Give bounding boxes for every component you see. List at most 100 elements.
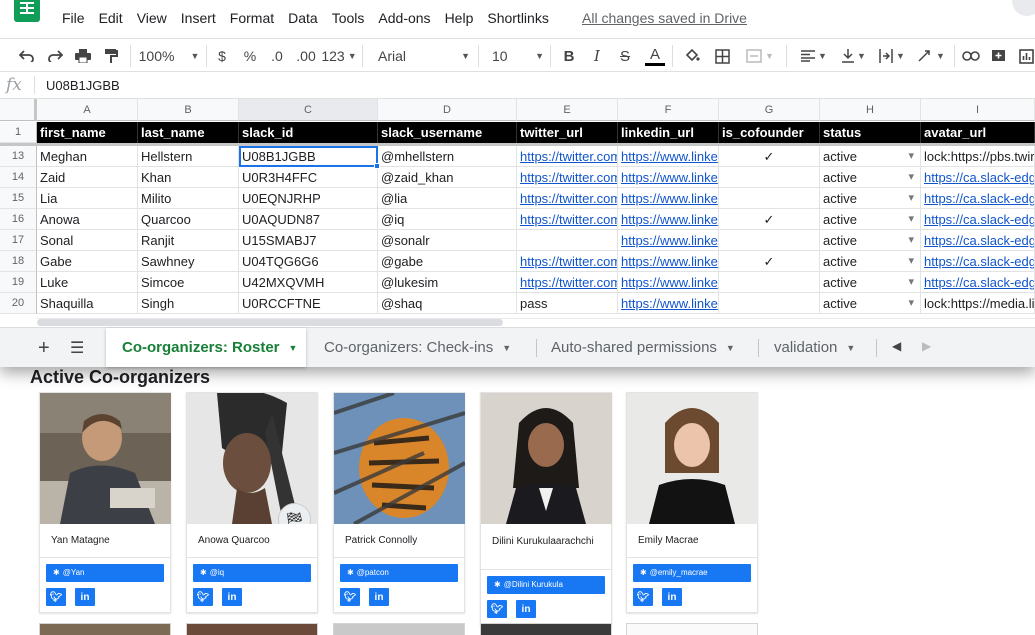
menu-file[interactable]: File <box>62 10 85 26</box>
cell-last-name[interactable]: Quarcoo <box>138 209 239 230</box>
cell-linkedin-url[interactable]: https://www.linke <box>618 251 719 272</box>
cell-avatar-url[interactable]: lock:https://media.li <box>921 293 1035 314</box>
font-family-select[interactable]: Arial ▼ <box>378 45 470 67</box>
header-cell-last-name[interactable]: last_name <box>138 122 239 143</box>
cell-avatar-url[interactable]: https://ca.slack-edg <box>921 188 1035 209</box>
text-wrap-icon[interactable]: ▼ <box>876 45 908 67</box>
insert-comment-icon[interactable] <box>988 45 1008 67</box>
cell-avatar-url[interactable]: https://ca.slack-edg <box>921 209 1035 230</box>
column-header-d[interactable]: D <box>378 99 517 121</box>
header-cell-slack-username[interactable]: slack_username <box>378 122 517 143</box>
tab-co-organizers-check-ins[interactable]: Co-organizers: Check-ins ▼ <box>324 328 511 367</box>
column-header-a[interactable]: A <box>37 99 138 121</box>
save-status-link[interactable]: All changes saved in Drive <box>582 10 747 26</box>
row-header-20[interactable]: 20 <box>0 293 37 314</box>
undo-icon[interactable] <box>16 45 38 67</box>
header-cell-twitter-url[interactable]: twitter_url <box>517 122 618 143</box>
cell-first-name[interactable]: Gabe <box>37 251 138 272</box>
cell-is-cofounder[interactable]: ✓ <box>719 146 820 167</box>
cell-last-name[interactable]: Singh <box>138 293 239 314</box>
borders-icon[interactable] <box>712 45 732 67</box>
row-header-13[interactable]: 13 <box>0 146 37 167</box>
column-header-g[interactable]: G <box>719 99 820 121</box>
cell-is-cofounder[interactable] <box>719 272 820 293</box>
italic-button[interactable]: I <box>588 45 606 67</box>
cell-slack-id[interactable]: U15SMABJ7 <box>239 230 378 251</box>
header-cell-avatar-url[interactable]: avatar_url <box>921 122 1035 143</box>
formula-input[interactable]: U08B1JGBB <box>46 78 120 93</box>
cell-first-name[interactable]: Anowa <box>37 209 138 230</box>
column-header-h[interactable]: H <box>820 99 921 121</box>
fill-color-icon[interactable] <box>682 45 702 67</box>
cell-slack-id[interactable]: U04TQG6G6 <box>239 251 378 272</box>
increase-decimal-button[interactable]: .00 <box>294 45 318 67</box>
linkedin-icon[interactable]: in <box>662 588 682 606</box>
account-avatar[interactable] <box>1012 0 1035 16</box>
cell-slack-username[interactable]: @zaid_khan <box>378 167 517 188</box>
cell-status[interactable]: active <box>820 230 921 251</box>
linkedin-icon[interactable]: in <box>75 588 95 606</box>
column-header-e[interactable]: E <box>517 99 618 121</box>
row-header-17[interactable]: 17 <box>0 230 37 251</box>
insert-link-icon[interactable] <box>960 45 982 67</box>
cell-last-name[interactable]: Milito <box>138 188 239 209</box>
menu-view[interactable]: View <box>137 10 167 26</box>
cell-linkedin-url[interactable]: https://www.linke <box>618 146 719 167</box>
cell-is-cofounder[interactable] <box>719 293 820 314</box>
cell-avatar-url[interactable]: lock:https://pbs.twir <box>921 146 1035 167</box>
strikethrough-button[interactable]: S <box>616 45 634 67</box>
cell-status[interactable]: active <box>820 188 921 209</box>
tab-auto-shared-permissions[interactable]: Auto-shared permissions ▼ <box>551 328 735 367</box>
cell-first-name[interactable]: Luke <box>37 272 138 293</box>
cell-is-cofounder[interactable]: ✓ <box>719 251 820 272</box>
cell-twitter-url[interactable]: https://twitter.com <box>517 188 618 209</box>
text-color-button[interactable]: A <box>644 45 666 67</box>
column-header-c[interactable]: C <box>239 99 378 121</box>
cell-linkedin-url[interactable]: https://www.linke <box>618 272 719 293</box>
cell-status[interactable]: active <box>820 146 921 167</box>
select-all-corner[interactable] <box>0 99 37 121</box>
cell-first-name[interactable]: Sonal <box>37 230 138 251</box>
font-size-select[interactable]: 10 ▼ <box>492 45 544 67</box>
cell-slack-username[interactable]: @sonalr <box>378 230 517 251</box>
cell-slack-id[interactable]: U0R3H4FFC <box>239 167 378 188</box>
cell-first-name[interactable]: Meghan <box>37 146 138 167</box>
cell-twitter-url[interactable]: https://twitter.com <box>517 209 618 230</box>
cell-status[interactable]: active <box>820 209 921 230</box>
cell-avatar-url[interactable]: https://ca.slack-edg <box>921 251 1035 272</box>
column-header-i[interactable]: I <box>921 99 1035 121</box>
horizontal-scrollbar-thumb[interactable] <box>37 319 503 326</box>
row-header-18[interactable]: 18 <box>0 251 37 272</box>
insert-chart-icon[interactable] <box>1016 45 1035 67</box>
cell-slack-id[interactable]: U0RCCFTNE <box>239 293 378 314</box>
cell-avatar-url[interactable]: https://ca.slack-edg <box>921 230 1035 251</box>
horizontal-align-icon[interactable]: ▼ <box>798 45 830 67</box>
more-formats-select[interactable]: 123 ▼ <box>321 45 356 67</box>
cell-twitter-url[interactable]: https://twitter.com <box>517 272 618 293</box>
header-cell-status[interactable]: status <box>820 122 921 143</box>
header-cell-is-cofounder[interactable]: is_cofounder <box>719 122 820 143</box>
row-header-16[interactable]: 16 <box>0 209 37 230</box>
cell-slack-username[interactable]: @lia <box>378 188 517 209</box>
slack-username-button[interactable]: ✱ @patcon <box>340 564 458 582</box>
scroll-tabs-left-icon[interactable]: ◀ <box>892 339 901 353</box>
text-rotation-icon[interactable]: ▼ <box>914 45 948 67</box>
column-header-b[interactable]: B <box>138 99 239 121</box>
linkedin-icon[interactable]: in <box>222 588 242 606</box>
cell-is-cofounder[interactable] <box>719 167 820 188</box>
menu-insert[interactable]: Insert <box>181 10 216 26</box>
menu-help[interactable]: Help <box>445 10 474 26</box>
twitter-icon[interactable]: 🐦︎ <box>340 588 360 606</box>
cell-twitter-url[interactable]: pass <box>517 293 618 314</box>
cell-last-name[interactable]: Hellstern <box>138 146 239 167</box>
bold-button[interactable]: B <box>560 45 578 67</box>
slack-username-button[interactable]: ✱ @Yan <box>46 564 164 582</box>
row-header-14[interactable]: 14 <box>0 167 37 188</box>
decrease-decimal-button[interactable]: .0 <box>266 45 288 67</box>
cell-slack-username[interactable]: @shaq <box>378 293 517 314</box>
zoom-select[interactable]: 100% ▼ <box>139 45 200 67</box>
cell-first-name[interactable]: Shaquilla <box>37 293 138 314</box>
cell-twitter-url[interactable] <box>517 230 618 251</box>
slack-username-button[interactable]: ✱ @emily_macrae <box>633 564 751 582</box>
tab-validation[interactable]: validation ▼ <box>774 328 855 367</box>
